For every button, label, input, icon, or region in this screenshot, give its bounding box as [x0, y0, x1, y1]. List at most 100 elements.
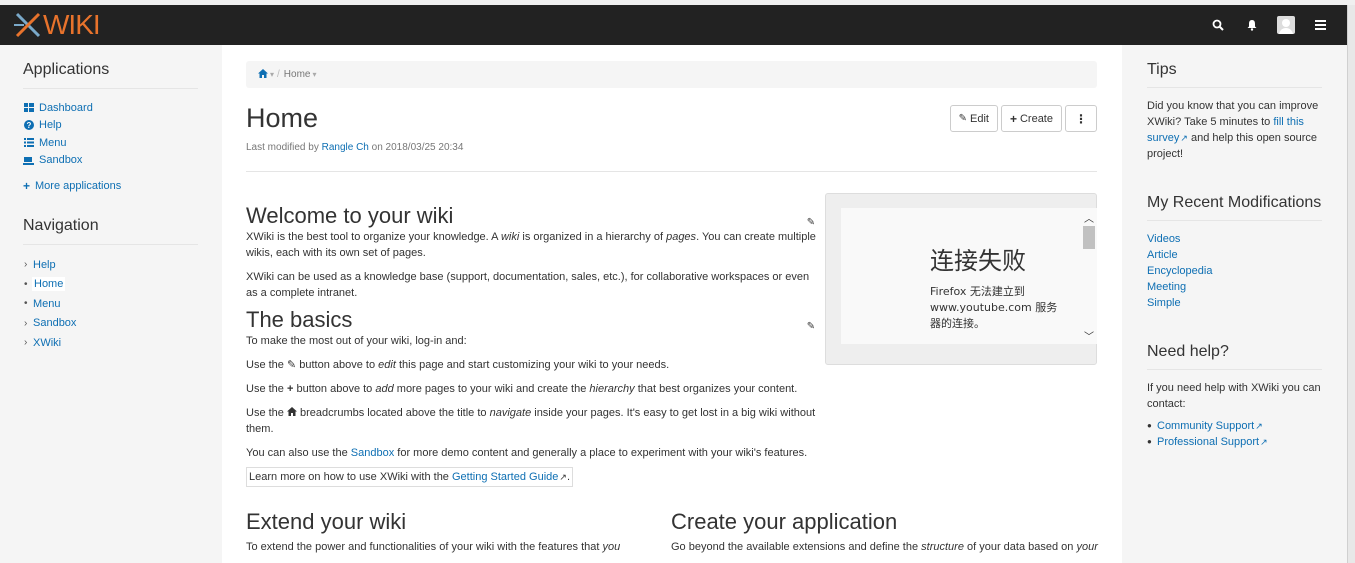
nav-item-xwiki[interactable]: › XWiki: [24, 333, 222, 353]
basics-intro: To make the most out of your wiki, log-i…: [246, 335, 467, 347]
extend-section: Extend your wiki To extend the power and…: [246, 509, 646, 555]
text: is organized in a hierarchy of: [519, 231, 667, 243]
app-item-sandbox[interactable]: Sandbox: [23, 152, 222, 170]
xwiki-x-logo-icon: [14, 11, 42, 39]
home-icon[interactable]: [258, 68, 268, 81]
left-panel: Applications Dashboard ? Help Menu Sandb…: [0, 45, 222, 563]
basics-line-add: Use the + button above to add more pages…: [246, 381, 818, 397]
iframe-scrollbar[interactable]: ︿ ﹀: [1081, 208, 1097, 344]
extend-title: Extend your wiki: [246, 509, 407, 534]
external-link-icon: ↗: [1260, 437, 1268, 447]
bell-icon[interactable]: [1235, 5, 1269, 45]
navigation-title: Navigation: [23, 217, 198, 245]
user-avatar[interactable]: [1269, 5, 1303, 45]
pencil-icon: ✎: [958, 113, 967, 124]
expand-chevron-icon[interactable]: ›: [24, 259, 33, 270]
app-item-dashboard[interactable]: Dashboard: [23, 99, 222, 117]
support-item[interactable]: ● Professional Support ↗: [1147, 434, 1322, 450]
recent-item-link[interactable]: Meeting: [1147, 281, 1186, 293]
nav-item-menu[interactable]: • Menu: [24, 294, 222, 314]
expand-chevron-icon[interactable]: ›: [24, 337, 33, 348]
bullet-icon: ●: [1147, 437, 1152, 446]
text-em: you: [602, 541, 621, 553]
hamburger-menu-icon[interactable]: [1303, 5, 1337, 45]
recent-item-link[interactable]: Article: [1147, 249, 1178, 261]
nav-item-home[interactable]: • Home: [24, 275, 222, 295]
recent-item-link[interactable]: Encyclopedia: [1147, 265, 1212, 277]
recent-item-link[interactable]: Videos: [1147, 233, 1180, 245]
edit-label: Edit: [969, 112, 989, 125]
text: To extend the power and functionalities …: [246, 541, 603, 553]
list-icon: [23, 137, 34, 148]
text: You can also use the: [246, 447, 351, 459]
basics-line-edit: Use the ✎ button above to edit this page…: [246, 357, 818, 373]
section-edit-pencil-icon[interactable]: ✎: [804, 215, 818, 229]
bullet-icon: ●: [1147, 421, 1152, 430]
text-em: your: [1076, 541, 1098, 553]
text: of your data based on: [963, 541, 1077, 553]
vertical-ellipsis-icon: ⋮: [1075, 111, 1087, 126]
external-link-icon: ↗: [1255, 421, 1263, 431]
scroll-up-arrow-icon[interactable]: ︿: [1084, 210, 1094, 225]
text: this page and start customizing your wik…: [395, 359, 670, 371]
applications-title: Applications: [23, 61, 198, 89]
caret-down-icon[interactable]: ▾: [312, 70, 316, 79]
error-title: 连接失败: [930, 247, 1026, 275]
community-support-link[interactable]: Community Support: [1157, 418, 1254, 434]
page-actions: ✎ Edit + Create ⋮: [949, 105, 1097, 132]
main-content: ▾ / Home ▾ Home Last modified by Rangle …: [222, 45, 1122, 563]
section-title-basics: The basics ✎: [246, 307, 818, 333]
text-em: pages: [666, 231, 697, 243]
home-icon: [286, 407, 297, 419]
basics-title: The basics: [246, 307, 353, 332]
app-item-menu[interactable]: Menu: [23, 134, 222, 152]
text: more pages to your wiki and create the: [393, 383, 590, 395]
sandbox-link[interactable]: Sandbox: [351, 447, 394, 459]
plus-icon: +: [23, 179, 31, 193]
app-item-label: Sandbox: [39, 154, 83, 167]
breadcrumb: ▾ / Home ▾: [246, 61, 1097, 88]
extend-text: To extend the power and functionalities …: [246, 539, 646, 555]
recent-item-link[interactable]: Simple: [1147, 297, 1181, 309]
nav-item-sandbox[interactable]: › Sandbox: [24, 314, 222, 334]
page-title: Home: [246, 103, 319, 133]
more-actions-button[interactable]: ⋮: [1065, 105, 1097, 132]
search-icon[interactable]: [1201, 5, 1235, 45]
text-em: structure: [921, 541, 964, 553]
page-scrollbar[interactable]: [1347, 5, 1355, 563]
text: for more demo content and generally a pl…: [394, 447, 808, 459]
top-navbar: WIKI: [0, 5, 1347, 45]
professional-support-link[interactable]: Professional Support: [1157, 434, 1259, 450]
avatar-icon: [1277, 16, 1295, 34]
create-app-section: Create your application Go beyond the av…: [671, 509, 1101, 555]
app-item-label: Menu: [39, 136, 67, 149]
scroll-down-arrow-icon[interactable]: ﹀: [1084, 328, 1094, 343]
getting-started-guide-link[interactable]: Getting Started Guide: [452, 471, 558, 483]
scroll-thumb[interactable]: [1083, 226, 1095, 249]
welcome-title: Welcome to your wiki: [246, 203, 454, 228]
text: Go beyond the available extensions and d…: [671, 541, 922, 553]
nav-item-help[interactable]: › Help: [24, 255, 222, 275]
app-item-help[interactable]: ? Help: [23, 117, 222, 135]
edit-button[interactable]: ✎ Edit: [949, 105, 998, 132]
section-edit-pencil-icon[interactable]: ✎: [804, 319, 818, 333]
expand-chevron-icon[interactable]: ›: [24, 318, 33, 329]
more-applications-link[interactable]: + More applications: [23, 179, 222, 193]
xwiki-logo[interactable]: WIKI: [14, 10, 101, 40]
embedded-video-frame[interactable]: 连接失败 Firefox 无法建立到 www.youtube.com 服务器的连…: [825, 193, 1097, 365]
need-help-title: Need help?: [1147, 343, 1322, 370]
text: Use the: [246, 383, 287, 395]
iframe-error-page: 连接失败 Firefox 无法建立到 www.youtube.com 服务器的连…: [841, 208, 1097, 344]
author-link[interactable]: Rangle Ch: [322, 142, 369, 153]
text: .: [566, 471, 570, 483]
nav-item-label: Menu: [33, 297, 61, 310]
support-item[interactable]: ● Community Support ↗: [1147, 418, 1322, 434]
recent-modifications-list: Videos Article Encyclopedia Meeting Simp…: [1147, 231, 1322, 311]
caret-down-icon[interactable]: ▾: [270, 70, 274, 79]
create-button[interactable]: + Create: [1000, 105, 1062, 132]
tips-text: Did you know that you can improve XWiki?…: [1147, 98, 1322, 162]
last-modified: Last modified by Rangle Ch on 2018/03/25…: [246, 142, 463, 153]
text-em: wiki: [500, 231, 520, 243]
breadcrumb-separator: /: [277, 69, 280, 80]
pencil-icon: ✎: [286, 359, 297, 371]
